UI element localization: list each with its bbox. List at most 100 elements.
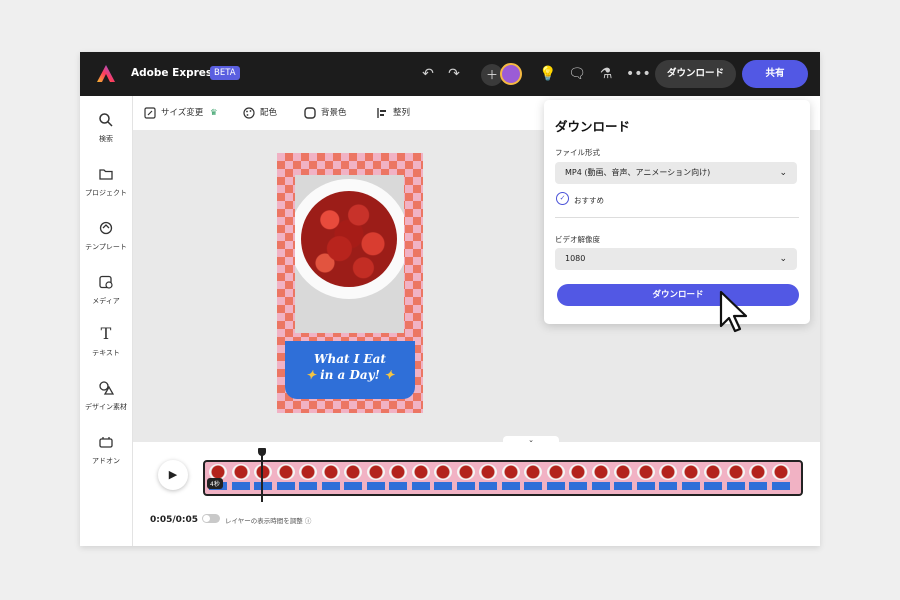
track-frame bbox=[725, 463, 747, 493]
clip-duration-badge: 4秒 bbox=[207, 478, 223, 489]
download-button[interactable]: ダウンロード bbox=[655, 60, 736, 88]
strawberry-photo[interactable] bbox=[295, 175, 404, 333]
track-frame bbox=[702, 463, 724, 493]
background-label: 背景色 bbox=[321, 108, 347, 118]
undo-icon[interactable]: ↶ bbox=[418, 64, 438, 84]
sidebar-item-label: アドオン bbox=[92, 457, 120, 465]
align-icon bbox=[377, 107, 386, 118]
avatar[interactable] bbox=[500, 63, 522, 85]
addon-icon bbox=[99, 437, 113, 448]
search-icon bbox=[99, 113, 113, 127]
sidebar-item-label: プロジェクト bbox=[85, 189, 127, 197]
design-title[interactable]: What I Eat ✦ in a Day! ✦ bbox=[285, 341, 415, 383]
media-icon bbox=[99, 275, 113, 289]
track-frame bbox=[230, 463, 252, 493]
sidebar-item-media[interactable]: メディア bbox=[80, 274, 132, 306]
track-frame bbox=[275, 463, 297, 493]
mouse-cursor-icon bbox=[719, 290, 748, 333]
strawberries-image bbox=[301, 191, 397, 287]
track-frame bbox=[635, 463, 657, 493]
download-panel-title: ダウンロード bbox=[555, 119, 631, 134]
track-frame bbox=[365, 463, 387, 493]
track-frame bbox=[612, 463, 634, 493]
track-frame bbox=[297, 463, 319, 493]
playhead[interactable] bbox=[261, 450, 263, 502]
background-tool[interactable]: 背景色 bbox=[304, 106, 347, 119]
flask-icon[interactable]: ⚗ bbox=[596, 64, 616, 84]
lightbulb-icon[interactable]: 💡 bbox=[538, 64, 558, 84]
track-frame bbox=[252, 463, 274, 493]
sidebar-item-label: デザイン素材 bbox=[85, 403, 127, 411]
track-frame bbox=[770, 463, 792, 493]
track-frame bbox=[455, 463, 477, 493]
video-resolution-value: 1080 bbox=[565, 254, 586, 263]
layer-duration-label: レイヤーの表示時間を調整 ⓘ bbox=[225, 517, 312, 525]
time-readout: 0:05/0:05 bbox=[150, 515, 199, 525]
align-label: 整列 bbox=[393, 108, 411, 118]
track-frame bbox=[410, 463, 432, 493]
folder-icon bbox=[99, 169, 113, 180]
sidebar-item-search[interactable]: 検索 bbox=[80, 112, 132, 144]
colors-label: 配色 bbox=[260, 108, 278, 118]
track-frame bbox=[567, 463, 589, 493]
play-button[interactable]: ▶ bbox=[158, 460, 188, 490]
app-window: Adobe Express BETA ↶ ↷ ＋ 💡 🗨 ⚗ ••• ダウンロー… bbox=[80, 52, 820, 546]
video-track[interactable] bbox=[203, 460, 803, 496]
sidebar-item-projects[interactable]: プロジェクト bbox=[80, 166, 132, 198]
design-title-line1: What I Eat bbox=[314, 352, 386, 366]
design-title-line2: in a Day! bbox=[320, 368, 380, 382]
title-banner[interactable]: What I Eat ✦ in a Day! ✦ bbox=[285, 341, 415, 399]
track-frame bbox=[545, 463, 567, 493]
layer-duration-toggle[interactable] bbox=[202, 514, 220, 523]
track-frame bbox=[747, 463, 769, 493]
background-color-icon bbox=[304, 106, 316, 119]
track-frame bbox=[432, 463, 454, 493]
sidebar-item-templates[interactable]: テンプレート bbox=[80, 220, 132, 252]
chevron-down-icon: ⌄ bbox=[779, 168, 787, 178]
resize-icon bbox=[144, 106, 156, 119]
sidebar-item-label: テキスト bbox=[92, 349, 120, 357]
template-icon bbox=[99, 221, 113, 235]
sidebar-item-text[interactable]: T テキスト bbox=[80, 326, 132, 358]
align-tool[interactable]: 整列 bbox=[376, 106, 410, 119]
timeline-panel: ▶ 4秒 0:05/0:05 レイヤーの表示時間を調整 ⓘ bbox=[133, 442, 820, 546]
video-resolution-label: ビデオ解像度 bbox=[555, 235, 600, 244]
panel-download-button[interactable]: ダウンロード bbox=[557, 284, 799, 306]
beta-badge: BETA bbox=[210, 66, 240, 80]
design-page[interactable]: What I Eat ✦ in a Day! ✦ bbox=[277, 153, 423, 413]
sidebar-item-label: 検索 bbox=[99, 135, 113, 143]
adobe-express-logo[interactable] bbox=[96, 64, 116, 84]
play-icon: ▶ bbox=[168, 468, 178, 481]
left-sidebar: 検索 プロジェクト テンプレート メディア T テキスト デザイン素材 アドオン bbox=[80, 96, 133, 546]
sidebar-item-design-assets[interactable]: デザイン素材 bbox=[80, 380, 132, 412]
sparkle-icon: ✦ bbox=[379, 368, 395, 382]
comment-icon[interactable]: 🗨 bbox=[567, 64, 587, 84]
palette-icon bbox=[243, 106, 255, 119]
file-format-value: MP4 (動画、音声、アニメーション向け) bbox=[565, 168, 711, 177]
sidebar-item-addons[interactable]: アドオン bbox=[80, 434, 132, 466]
checkmark-icon: ✓ bbox=[556, 192, 569, 205]
playhead-handle[interactable] bbox=[258, 448, 266, 456]
track-frame bbox=[342, 463, 364, 493]
info-icon[interactable]: ⓘ bbox=[305, 517, 312, 525]
more-icon[interactable]: ••• bbox=[626, 64, 651, 84]
redo-icon[interactable]: ↷ bbox=[444, 64, 464, 84]
track-frame bbox=[477, 463, 499, 493]
file-format-select[interactable]: MP4 (動画、音声、アニメーション向け) ⌄ bbox=[555, 162, 797, 184]
track-frame bbox=[500, 463, 522, 493]
track-frame bbox=[387, 463, 409, 493]
track-frame bbox=[320, 463, 342, 493]
share-button[interactable]: 共有 bbox=[742, 60, 808, 88]
track-frame bbox=[522, 463, 544, 493]
video-resolution-select[interactable]: 1080 ⌄ bbox=[555, 248, 797, 270]
divider bbox=[555, 217, 799, 218]
top-bar: Adobe Express BETA ↶ ↷ ＋ 💡 🗨 ⚗ ••• ダウンロー… bbox=[80, 52, 820, 96]
track-frame bbox=[657, 463, 679, 493]
text-icon: T bbox=[100, 324, 112, 343]
file-format-label: ファイル形式 bbox=[555, 148, 600, 157]
resize-tool[interactable]: サイズ変更 ♛ bbox=[144, 106, 218, 119]
sparkle-icon: ✦ bbox=[305, 368, 321, 382]
chevron-down-icon: ⌄ bbox=[779, 254, 787, 264]
colors-tool[interactable]: 配色 bbox=[243, 106, 277, 119]
track-frame bbox=[590, 463, 612, 493]
